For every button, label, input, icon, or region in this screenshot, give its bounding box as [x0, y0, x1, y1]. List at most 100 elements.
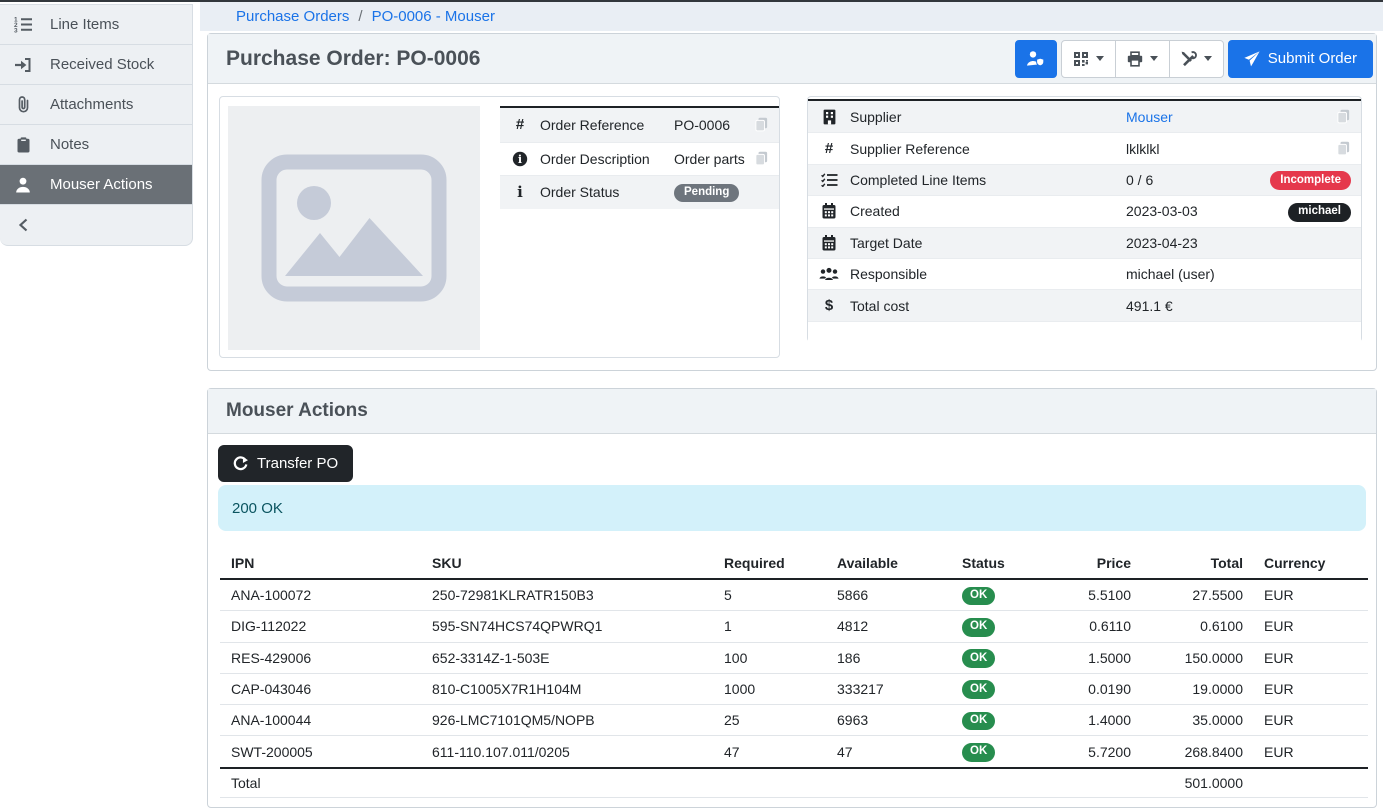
copy-icon[interactable] — [1336, 109, 1351, 124]
transfer-po-button[interactable]: Transfer PO — [218, 445, 353, 482]
sidebar-item-label: Line Items — [50, 16, 119, 33]
footer-total-value: 501.0000 — [1141, 768, 1253, 798]
status-badge-incomplete: Incomplete — [1270, 171, 1351, 190]
copy-icon[interactable] — [754, 117, 769, 132]
col-required: Required — [713, 550, 826, 579]
alert-text: 200 OK — [232, 500, 283, 517]
sidebar-item-attachments[interactable]: Attachments — [0, 85, 192, 125]
col-price: Price — [1041, 550, 1141, 579]
detail-value: Order parts — [674, 151, 751, 167]
order-options-button[interactable] — [1169, 40, 1224, 78]
cell-available: 5866 — [826, 579, 951, 611]
building-icon — [823, 109, 836, 125]
sidebar-item-line-items[interactable]: 123 Line Items — [0, 5, 192, 45]
breadcrumb-link-current-order[interactable]: PO-0006 - Mouser — [372, 8, 495, 25]
breadcrumb-link-purchase-orders[interactable]: Purchase Orders — [236, 8, 349, 25]
sidebar-collapse-button[interactable] — [0, 205, 192, 245]
status-badge-ok: OK — [962, 649, 995, 668]
cell-status: OK — [951, 642, 1041, 673]
table-row: SWT-200005 611-110.107.011/0205 47 47 OK… — [220, 736, 1368, 768]
col-currency: Currency — [1253, 550, 1368, 579]
purchase-order-panel-header: Purchase Order: PO-0006 — [208, 34, 1376, 84]
sidebar-item-mouser-actions[interactable]: Mouser Actions — [0, 165, 192, 205]
info-icon: i — [517, 183, 523, 201]
cell-total: 19.0000 — [1141, 673, 1253, 704]
receive-stock-icon — [13, 57, 33, 73]
col-sku: SKU — [421, 550, 713, 579]
order-reference-row: # Order Reference PO-0006 — [500, 108, 779, 142]
info-circle-icon: i — [512, 151, 528, 167]
copy-icon[interactable] — [754, 151, 769, 166]
paper-plane-icon — [1244, 51, 1260, 67]
cell-price: 5.7200 — [1041, 736, 1141, 768]
calendar-icon — [822, 203, 836, 219]
user-icon — [13, 177, 33, 193]
cell-required: 5 — [713, 579, 826, 611]
copy-icon[interactable] — [1336, 141, 1351, 156]
submit-order-label: Submit Order — [1268, 50, 1357, 67]
users-icon — [819, 267, 839, 281]
cell-ipn: DIG-112022 — [220, 611, 421, 642]
order-detail-card: # Order Reference PO-0006 i Order Descri… — [219, 96, 780, 358]
responsible-row: Responsible michael (user) — [808, 258, 1361, 289]
detail-value: 491.1 € — [1126, 298, 1361, 314]
cell-currency: EUR — [1253, 736, 1368, 768]
chevron-left-icon — [13, 218, 33, 232]
cell-total: 0.6100 — [1141, 611, 1253, 642]
hashtag-icon: # — [516, 116, 524, 133]
refresh-icon — [233, 456, 248, 471]
detail-label: Order Reference — [540, 117, 674, 133]
barcode-actions-button[interactable] — [1061, 40, 1116, 78]
table-footer-row: Total 501.0000 — [220, 768, 1368, 798]
table-row: RES-429006 652-3314Z-1-503E 100 186 OK 1… — [220, 642, 1368, 673]
cell-ipn: RES-429006 — [220, 642, 421, 673]
qrcode-icon — [1073, 51, 1089, 67]
cell-price: 1.4000 — [1041, 705, 1141, 736]
detail-value: lklklkl — [1126, 141, 1336, 157]
supplier-reference-row: # Supplier Reference lklklkl — [808, 132, 1361, 163]
table-row: ANA-100044 926-LMC7101QM5/NOPB 25 6963 O… — [220, 705, 1368, 736]
cell-available: 186 — [826, 642, 951, 673]
cell-status: OK — [951, 736, 1041, 768]
printer-icon — [1127, 51, 1143, 67]
image-placeholder-icon — [261, 154, 447, 302]
cell-price: 1.5000 — [1041, 642, 1141, 673]
status-alert: 200 OK — [218, 485, 1366, 531]
cell-price: 0.0190 — [1041, 673, 1141, 704]
order-toolbar: Submit Order — [1015, 40, 1373, 78]
sidebar-item-label: Received Stock — [50, 56, 154, 73]
detail-label: Total cost — [850, 298, 1126, 314]
cell-total: 268.8400 — [1141, 736, 1253, 768]
footer-total-label: Total — [220, 768, 1141, 798]
list-check-icon — [821, 173, 838, 187]
detail-label: Supplier — [850, 109, 1126, 125]
table-header-row: IPN SKU Required Available Status Price … — [220, 550, 1368, 579]
supplier-row: Supplier Mouser — [808, 101, 1361, 132]
cell-required: 47 — [713, 736, 826, 768]
cell-ipn: CAP-043046 — [220, 673, 421, 704]
cell-sku: 926-LMC7101QM5/NOPB — [421, 705, 713, 736]
sidebar-item-notes[interactable]: Notes — [0, 125, 192, 165]
print-actions-button[interactable] — [1115, 40, 1170, 78]
sidebar-item-received-stock[interactable]: Received Stock — [0, 45, 192, 85]
submit-order-button[interactable]: Submit Order — [1228, 40, 1373, 78]
transfer-po-label: Transfer PO — [257, 455, 338, 472]
cell-currency: EUR — [1253, 579, 1368, 611]
col-ipn: IPN — [220, 550, 421, 579]
cell-required: 1000 — [713, 673, 826, 704]
dollar-icon: $ — [825, 297, 833, 314]
detail-label: Created — [850, 203, 1126, 219]
detail-value: 2023-04-23 — [1126, 235, 1361, 251]
admin-view-button[interactable] — [1015, 40, 1057, 78]
chevron-down-icon — [1150, 56, 1158, 61]
cell-ipn: SWT-200005 — [220, 736, 421, 768]
supplier-link[interactable]: Mouser — [1126, 109, 1173, 125]
status-badge-ok: OK — [962, 712, 995, 731]
order-image-placeholder — [228, 106, 480, 350]
sidebar-item-label: Notes — [50, 136, 89, 153]
cell-available: 47 — [826, 736, 951, 768]
cell-sku: 250-72981KLRATR150B3 — [421, 579, 713, 611]
detail-label: Responsible — [850, 266, 1126, 282]
cell-price: 0.6110 — [1041, 611, 1141, 642]
cell-total: 35.0000 — [1141, 705, 1253, 736]
